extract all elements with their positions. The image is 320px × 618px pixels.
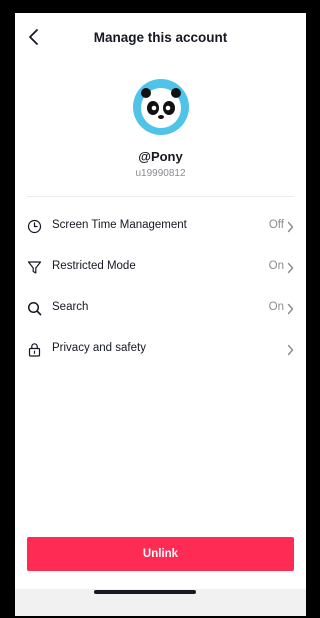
settings-item-value: Off xyxy=(268,219,284,231)
lock-icon xyxy=(28,343,41,357)
search-icon xyxy=(27,301,42,316)
clock-icon xyxy=(27,219,42,234)
filter-icon xyxy=(27,261,42,274)
divider xyxy=(27,196,294,197)
settings-item-label: Privacy and safety xyxy=(52,342,146,354)
chevron-right-icon xyxy=(287,344,294,356)
settings-item-label: Search xyxy=(52,301,89,313)
home-indicator[interactable] xyxy=(94,590,196,594)
page-title: Manage this account xyxy=(93,30,228,45)
settings-item-screen-time[interactable]: Screen Time Management Off xyxy=(15,209,306,245)
header: Manage this account xyxy=(15,13,306,63)
settings-item-restricted-mode[interactable]: Restricted Mode On xyxy=(15,250,306,286)
settings-item-value: On xyxy=(268,260,284,272)
panda-avatar-icon xyxy=(141,88,181,128)
chevron-right-icon xyxy=(287,262,294,274)
avatar xyxy=(133,79,189,135)
screen: Manage this account @Pony u19990812 Scre… xyxy=(15,13,306,616)
settings-item-search[interactable]: Search On xyxy=(15,291,306,327)
user-id: u19990812 xyxy=(135,168,186,179)
settings-item-value: On xyxy=(268,301,284,313)
settings-item-label: Screen Time Management xyxy=(52,219,187,231)
username: @Pony xyxy=(138,149,183,164)
chevron-right-icon xyxy=(287,303,294,315)
settings-item-label: Restricted Mode xyxy=(52,260,136,272)
chevron-right-icon xyxy=(287,221,294,233)
settings-item-privacy[interactable]: Privacy and safety xyxy=(15,332,306,368)
unlink-button[interactable]: Unlink xyxy=(27,537,294,571)
